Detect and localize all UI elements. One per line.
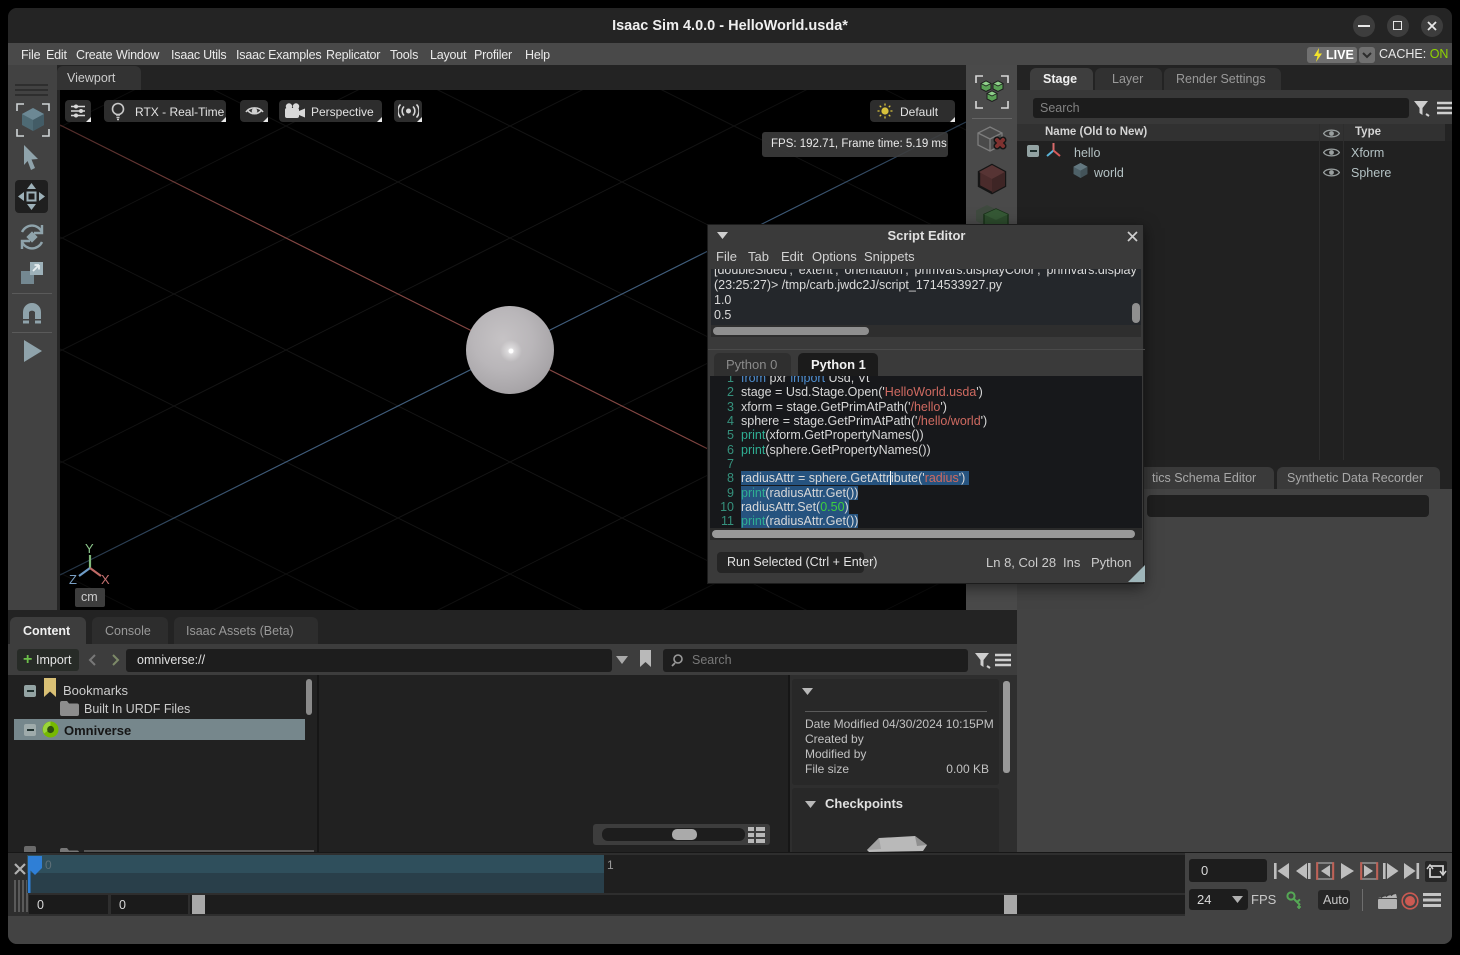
svg-text:X: X [101, 572, 110, 587]
svg-text:Z: Z [69, 572, 77, 587]
svg-text:Y: Y [85, 541, 94, 556]
